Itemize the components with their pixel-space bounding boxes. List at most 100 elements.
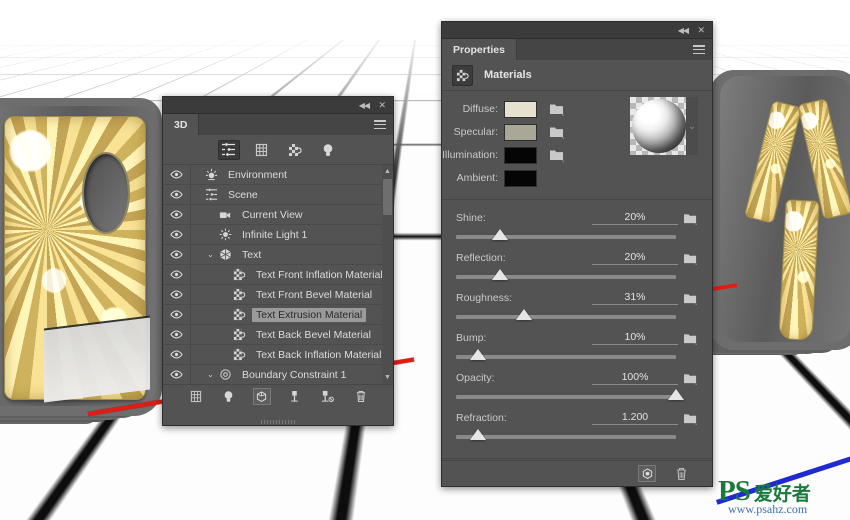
slider-knob[interactable] (492, 269, 508, 280)
slider-track[interactable] (456, 315, 676, 319)
close-icon[interactable]: ✕ (378, 99, 386, 112)
collapse-icon[interactable]: ◀◀ (678, 24, 688, 37)
slider-folder-button[interactable] (678, 252, 698, 265)
add-light-button[interactable] (220, 388, 238, 405)
slider-knob[interactable] (516, 309, 532, 320)
color-swatch[interactable] (504, 124, 537, 141)
scene-row[interactable]: ⌄ Text (163, 245, 393, 265)
scene-row[interactable]: Scene (163, 185, 393, 205)
slider-knob[interactable] (492, 229, 508, 240)
3d-panel[interactable]: ◀◀ ✕ 3D (162, 96, 394, 426)
property-slider[interactable]: Reflection: 20% (456, 250, 698, 279)
3d-scene-list[interactable]: Environment Scene Current View (163, 165, 393, 384)
scene-row[interactable]: Text Back Inflation Material (163, 345, 393, 365)
disclosure-twisty[interactable]: ⌄ (205, 370, 216, 379)
mesh-filter-button[interactable] (251, 140, 273, 160)
properties-tabrow[interactable]: Properties (442, 39, 712, 60)
slider-track[interactable] (456, 355, 676, 359)
3d-panel-footer[interactable] (163, 384, 393, 407)
property-slider[interactable]: Refraction: 1.200 (456, 410, 698, 439)
scene-row[interactable]: Environment (163, 165, 393, 185)
scene-row[interactable]: Text Front Bevel Material (163, 285, 393, 305)
add-constraint-button[interactable] (286, 388, 304, 405)
texture-folder-button[interactable] (549, 102, 567, 117)
panel-menu-icon[interactable] (374, 120, 386, 129)
scroll-down-icon[interactable]: ▼ (382, 371, 393, 384)
remove-constraint-button[interactable] (319, 388, 337, 405)
scene-row[interactable]: Text Extrusion Material (163, 305, 393, 325)
scroll-up-icon[interactable]: ▲ (382, 165, 393, 178)
visibility-toggle-icon[interactable] (163, 185, 191, 204)
visibility-toggle-icon[interactable] (163, 345, 191, 364)
slider-folder-button[interactable] (678, 332, 698, 345)
scene-row[interactable]: Current View (163, 205, 393, 225)
visibility-toggle-icon[interactable] (163, 165, 191, 184)
close-icon[interactable]: ✕ (697, 24, 705, 37)
disclosure-twisty[interactable]: ⌄ (205, 250, 216, 259)
visibility-toggle-icon[interactable] (163, 205, 191, 224)
slider-track[interactable] (456, 275, 676, 279)
material-sliders[interactable]: Shine: 20% Reflection: 20% (442, 200, 712, 454)
chevron-down-icon[interactable]: ⌄ (686, 97, 698, 155)
property-slider[interactable]: Roughness: 31% (456, 290, 698, 319)
panel-menu-icon[interactable] (693, 45, 705, 54)
slider-track[interactable] (456, 235, 676, 239)
3d-panel-tabrow[interactable]: 3D (163, 114, 393, 135)
properties-titlebar[interactable]: ◀◀ ✕ (442, 22, 712, 39)
color-swatch[interactable] (504, 101, 537, 118)
scene-filter-button[interactable] (218, 140, 240, 160)
new-material-button[interactable] (638, 465, 656, 482)
color-swatch[interactable] (504, 170, 537, 187)
property-slider[interactable]: Opacity: 100% (456, 370, 698, 399)
slider-track[interactable] (456, 395, 676, 399)
materials-filter-button[interactable] (284, 140, 306, 160)
slider-folder-button[interactable] (678, 212, 698, 225)
material-swatch-row[interactable]: Ambient: (442, 168, 712, 188)
color-swatch[interactable] (504, 147, 537, 164)
slider-value[interactable]: 20% (592, 251, 678, 265)
scene-row[interactable]: Infinite Light 1 (163, 225, 393, 245)
scene-row[interactable]: ⌄ Boundary Constraint 1 (163, 365, 393, 384)
slider-value[interactable]: 20% (592, 211, 678, 225)
properties-panel[interactable]: ◀◀ ✕ Properties Materials Diffuse: Specu… (441, 21, 713, 487)
slider-track[interactable] (456, 435, 676, 439)
render-button[interactable] (253, 388, 271, 405)
3d-panel-titlebar[interactable]: ◀◀ ✕ (163, 97, 393, 114)
slider-value[interactable]: 1.200 (592, 411, 678, 425)
texture-folder-button[interactable] (549, 125, 567, 140)
texture-folder-button[interactable] (549, 148, 567, 163)
material-swatches[interactable]: Diffuse: Specular: Illumination: (442, 91, 712, 200)
3d-filter-row[interactable] (163, 135, 393, 165)
visibility-toggle-icon[interactable] (163, 265, 191, 284)
scrollbar-thumb[interactable] (383, 179, 392, 215)
tab-properties[interactable]: Properties (442, 39, 517, 60)
3d-letter-y[interactable] (700, 50, 850, 370)
slider-knob[interactable] (470, 429, 486, 440)
properties-footer[interactable] (442, 460, 712, 486)
collapse-icon[interactable]: ◀◀ (359, 99, 369, 112)
3d-viewport[interactable] (0, 0, 850, 520)
scene-list-scrollbar[interactable]: ▲ ▼ (382, 165, 393, 384)
panel-resize-grip[interactable] (261, 420, 295, 424)
slider-folder-button[interactable] (678, 292, 698, 305)
visibility-toggle-icon[interactable] (163, 245, 191, 264)
slider-value[interactable]: 10% (592, 331, 678, 345)
delete-button[interactable] (352, 388, 370, 405)
visibility-toggle-icon[interactable] (163, 305, 191, 324)
lights-filter-button[interactable] (317, 140, 339, 160)
add-mesh-button[interactable] (187, 388, 205, 405)
visibility-toggle-icon[interactable] (163, 285, 191, 304)
material-preview[interactable]: ⌄ (630, 97, 698, 155)
slider-folder-button[interactable] (678, 412, 698, 425)
visibility-toggle-icon[interactable] (163, 325, 191, 344)
delete-material-button[interactable] (672, 465, 690, 482)
visibility-toggle-icon[interactable] (163, 225, 191, 244)
slider-value[interactable]: 31% (592, 291, 678, 305)
slider-value[interactable]: 100% (592, 371, 678, 385)
property-slider[interactable]: Shine: 20% (456, 210, 698, 239)
slider-folder-button[interactable] (678, 372, 698, 385)
visibility-toggle-icon[interactable] (163, 365, 191, 384)
property-slider[interactable]: Bump: 10% (456, 330, 698, 359)
scene-row[interactable]: Text Back Bevel Material (163, 325, 393, 345)
slider-knob[interactable] (668, 389, 684, 400)
